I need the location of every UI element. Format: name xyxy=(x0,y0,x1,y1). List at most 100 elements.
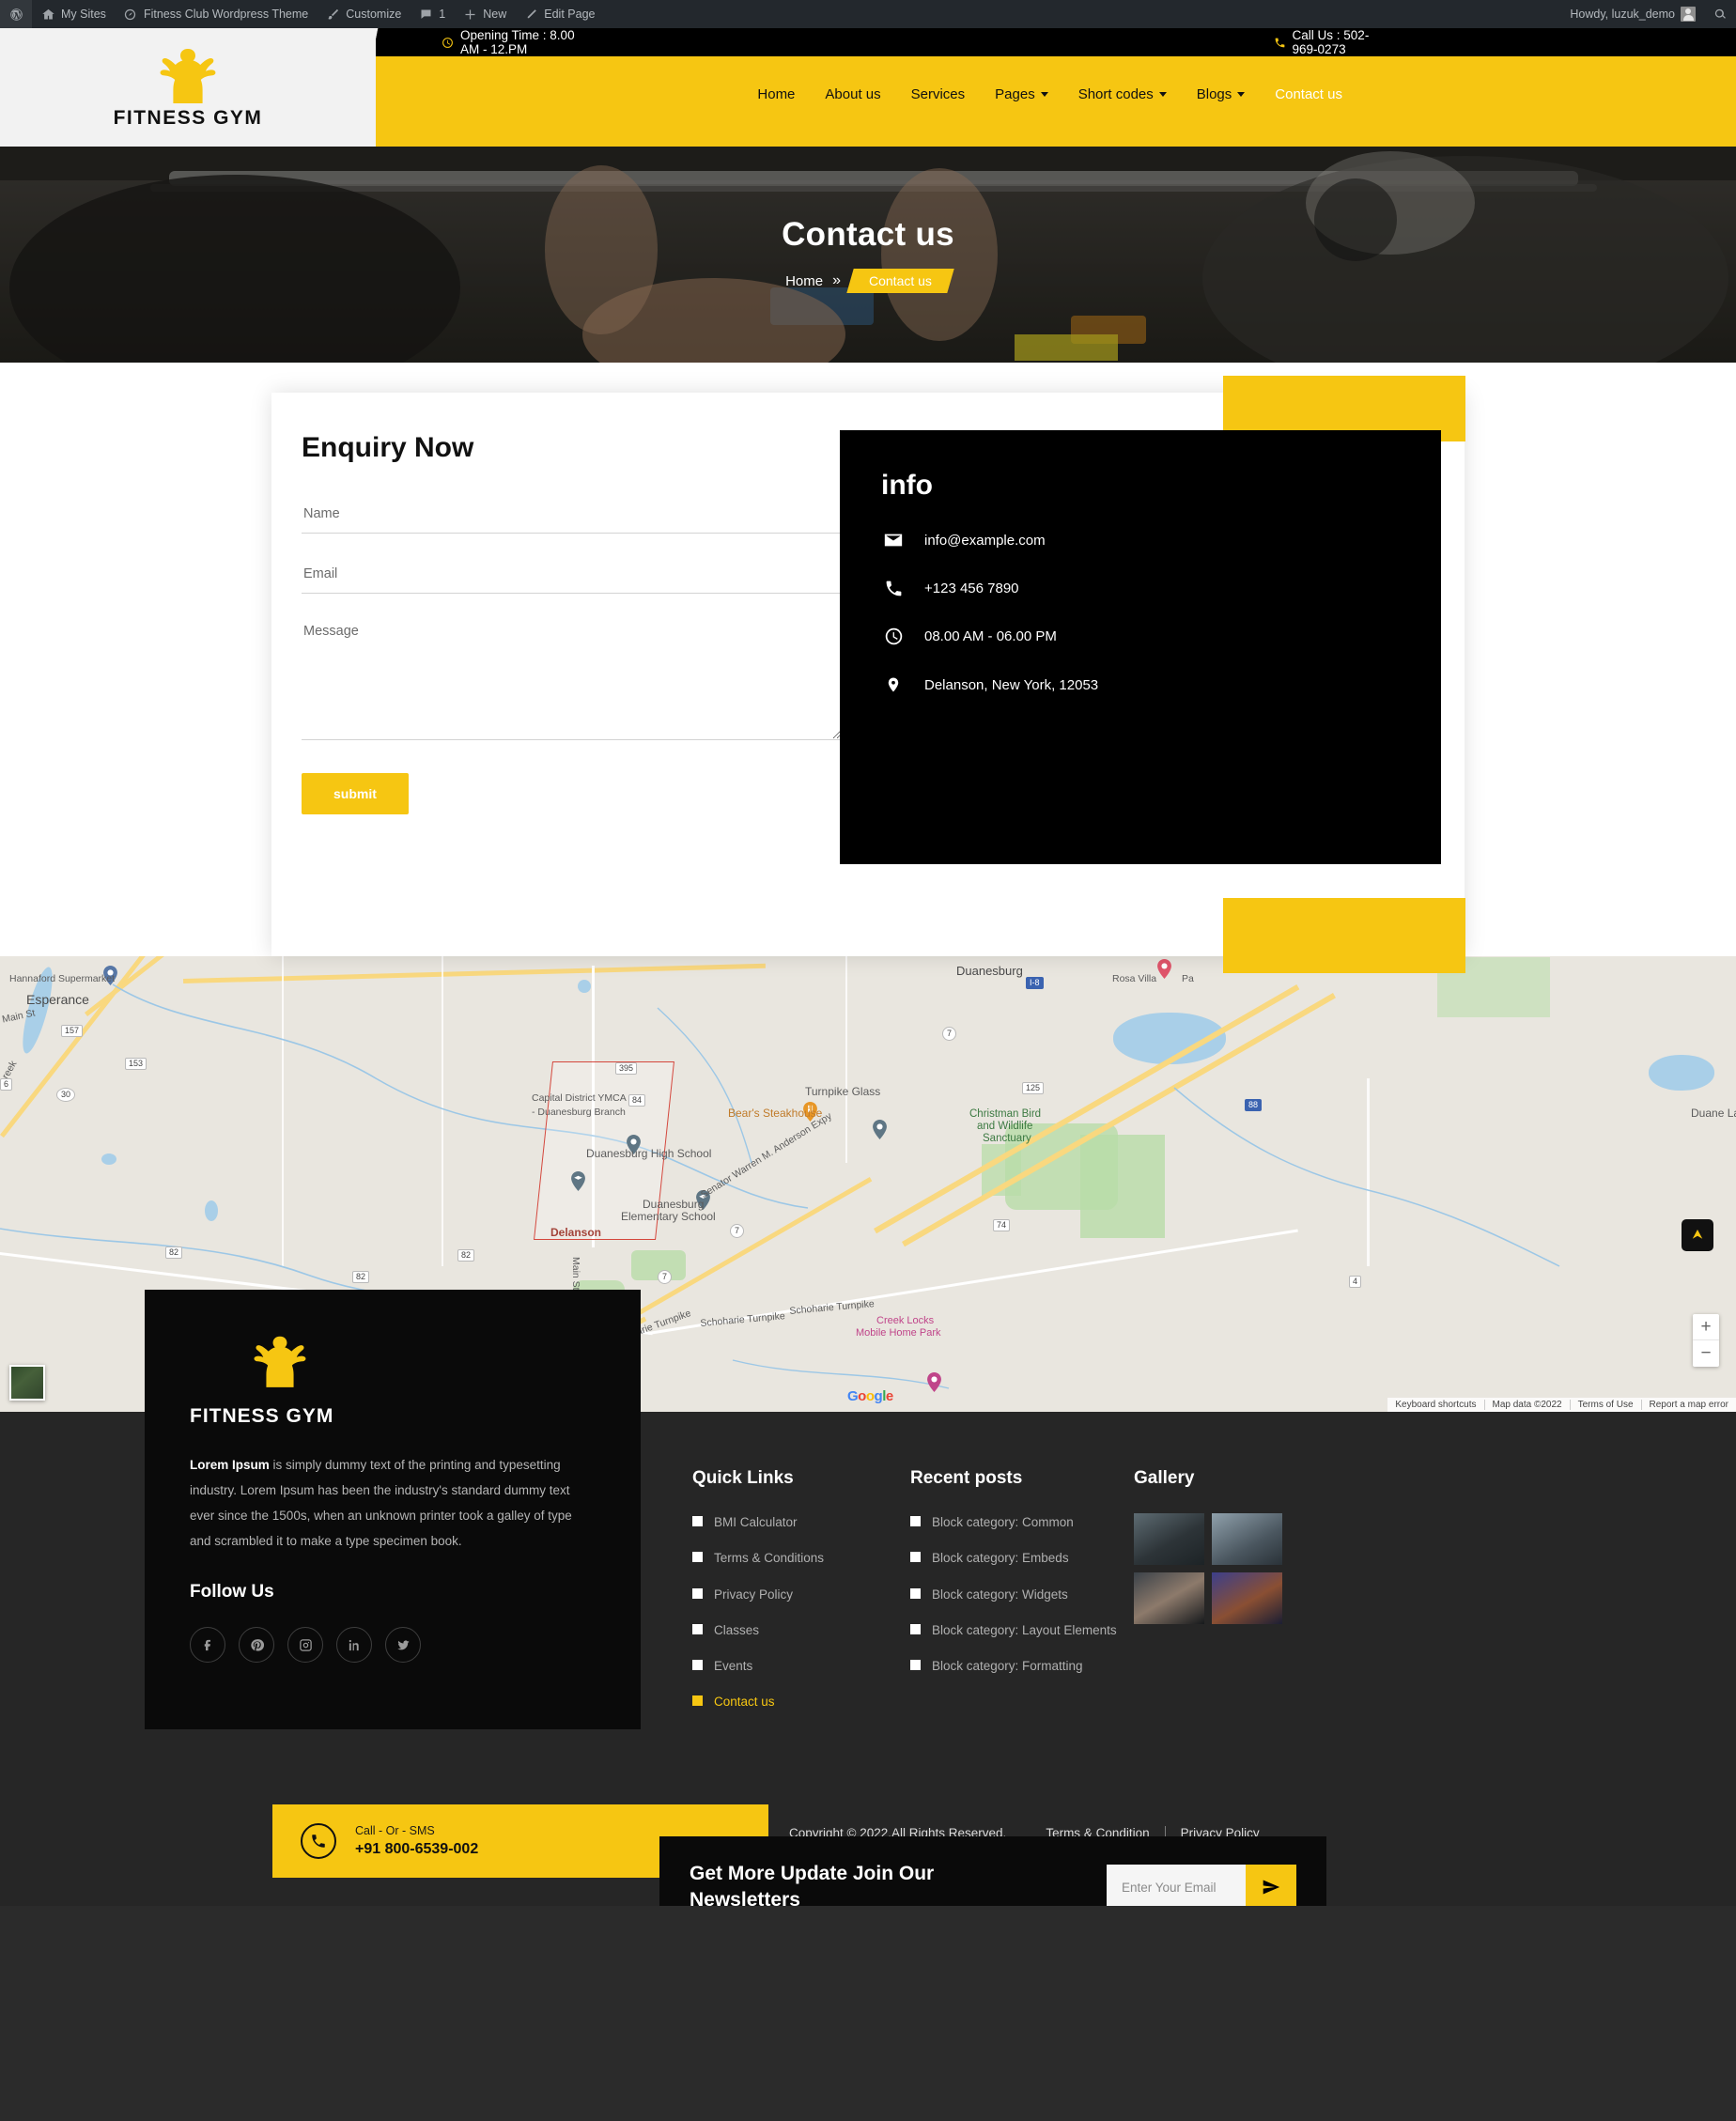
quick-link-classes[interactable]: Classes xyxy=(692,1621,910,1640)
info-hours-value: 08.00 AM - 06.00 PM xyxy=(924,628,1057,644)
admin-bar-edit-page-label: Edit Page xyxy=(544,8,596,21)
nav-item-about-us[interactable]: About us xyxy=(810,81,895,108)
gallery-thumbnail[interactable] xyxy=(1212,1572,1282,1624)
quick-link-terms-conditions[interactable]: Terms & Conditions xyxy=(692,1549,910,1568)
nav-item-blogs[interactable]: Blogs xyxy=(1182,81,1261,108)
recent-post-layout-elements[interactable]: Block category: Layout Elements xyxy=(910,1621,1134,1640)
footer-brand-name: FITNESS GYM xyxy=(190,1405,334,1427)
nav-item-contact-us[interactable]: Contact us xyxy=(1260,81,1357,108)
google-logo: Google xyxy=(847,1388,893,1404)
site-header: FITNESS GYM Opening Time : 8.00 AM - 12.… xyxy=(0,28,1736,147)
envelope-icon xyxy=(881,530,906,550)
wp-admin-bar: My Sites Fitness Club Wordpress Theme Cu… xyxy=(0,0,1736,28)
map-report-error[interactable]: Report a map error xyxy=(1640,1400,1736,1410)
pinterest-link[interactable] xyxy=(239,1627,274,1663)
gallery-grid xyxy=(1134,1513,1359,1624)
breadcrumb-current-label: Contact us xyxy=(868,273,932,288)
email-input[interactable] xyxy=(302,558,841,594)
map-terms-of-use[interactable]: Terms of Use xyxy=(1569,1400,1641,1410)
breadcrumb-separator: » xyxy=(832,272,841,288)
header-topbar: Opening Time : 8.00 AM - 12.PM Call Us :… xyxy=(442,28,1381,56)
nav-item-services[interactable]: Services xyxy=(896,81,981,108)
message-textarea[interactable] xyxy=(302,618,841,740)
pencil-icon xyxy=(523,7,538,22)
map-zoom-in-button[interactable]: + xyxy=(1693,1314,1719,1340)
footer-recent-posts-title: Recent posts xyxy=(910,1468,1023,1488)
admin-bar-account[interactable]: Howdy, luzuk_demo xyxy=(1561,0,1704,28)
footer-gallery-title: Gallery xyxy=(1134,1468,1195,1488)
phone-icon xyxy=(881,579,906,598)
accent-block-bottom xyxy=(1223,898,1465,973)
breadcrumb-home[interactable]: Home xyxy=(785,273,823,289)
breadcrumb: Home » Contact us xyxy=(785,269,954,293)
recent-post-common[interactable]: Block category: Common xyxy=(910,1513,1134,1532)
nav-item-home[interactable]: Home xyxy=(742,81,810,108)
quick-link-label: Contact us xyxy=(714,1695,775,1710)
map-keyboard-shortcuts[interactable]: Keyboard shortcuts xyxy=(1387,1400,1483,1410)
recent-post-widgets[interactable]: Block category: Widgets xyxy=(910,1586,1134,1604)
admin-bar-wordpress-logo[interactable] xyxy=(0,0,32,28)
admin-bar-edit-page[interactable]: Edit Page xyxy=(515,0,603,28)
admin-bar-new-label: New xyxy=(483,8,507,21)
gallery-thumbnail[interactable] xyxy=(1134,1572,1204,1624)
newsletter-submit-button[interactable] xyxy=(1246,1864,1296,1906)
quick-link-privacy-policy[interactable]: Privacy Policy xyxy=(692,1586,910,1604)
footer-quick-links-column: Quick Links BMI Calculator Terms & Condi… xyxy=(692,1440,910,1729)
pinterest-icon xyxy=(250,1638,264,1651)
admin-bar-site-name[interactable]: Fitness Club Wordpress Theme xyxy=(115,0,317,28)
header-content: Opening Time : 8.00 AM - 12.PM Call Us :… xyxy=(0,28,1736,147)
recent-posts-list: Block category: Common Block category: E… xyxy=(910,1513,1134,1676)
wordpress-icon xyxy=(8,7,23,22)
nav-item-pages[interactable]: Pages xyxy=(980,81,1063,108)
footer-brand-description-bold: Lorem Ipsum xyxy=(190,1458,270,1472)
name-input[interactable] xyxy=(302,498,841,534)
chevron-down-icon xyxy=(1040,92,1048,97)
quick-link-bmi-calculator[interactable]: BMI Calculator xyxy=(692,1513,910,1532)
gallery-thumbnail[interactable] xyxy=(1212,1513,1282,1565)
call-us[interactable]: Call Us : 502-969-0273 xyxy=(1274,28,1381,56)
footer-follow-title: Follow Us xyxy=(190,1582,274,1602)
footer-recent-posts-column: Recent posts Block category: Common Bloc… xyxy=(910,1440,1134,1729)
scroll-to-top-button[interactable] xyxy=(1682,1219,1713,1251)
admin-bar-new[interactable]: New xyxy=(454,0,515,28)
submit-button[interactable]: submit xyxy=(302,773,409,814)
gallery-thumbnail[interactable] xyxy=(1134,1513,1204,1565)
footer-social-links xyxy=(190,1627,596,1663)
footer-quick-links-title: Quick Links xyxy=(692,1468,794,1488)
field-name xyxy=(302,498,865,534)
map-zoom-out-button[interactable]: − xyxy=(1693,1340,1719,1367)
admin-bar-my-sites[interactable]: My Sites xyxy=(32,0,115,28)
nav-item-blogs-label: Blogs xyxy=(1196,86,1232,102)
chevron-down-icon xyxy=(1237,92,1246,97)
admin-bar-search[interactable] xyxy=(1704,0,1736,28)
bullet-icon xyxy=(692,1660,703,1670)
facebook-link[interactable] xyxy=(190,1627,225,1663)
phone-circle-icon xyxy=(301,1822,336,1859)
map-zoom-controls[interactable]: + − xyxy=(1693,1314,1719,1367)
admin-bar-comments-count: 1 xyxy=(439,8,446,21)
nav-item-short-codes[interactable]: Short codes xyxy=(1063,81,1182,108)
quick-link-contact-us[interactable]: Contact us xyxy=(692,1693,910,1711)
twitter-link[interactable] xyxy=(385,1627,421,1663)
instagram-link[interactable] xyxy=(287,1627,323,1663)
linkedin-link[interactable] xyxy=(336,1627,372,1663)
admin-bar-customize[interactable]: Customize xyxy=(317,0,410,28)
sites-icon xyxy=(40,7,55,22)
opening-time-text: Opening Time : 8.00 AM - 12.PM xyxy=(460,28,575,56)
bullet-icon xyxy=(910,1660,921,1670)
admin-bar-comments[interactable]: 1 xyxy=(410,0,454,28)
recent-post-formatting[interactable]: Block category: Formatting xyxy=(910,1657,1134,1676)
facebook-icon xyxy=(204,1639,210,1650)
newsletter-email-input[interactable] xyxy=(1107,1864,1246,1906)
call-number: +91 800-6539-002 xyxy=(355,1840,479,1857)
recent-post-embeds[interactable]: Block category: Embeds xyxy=(910,1549,1134,1568)
recent-post-label: Block category: Layout Elements xyxy=(932,1622,1117,1637)
map-satellite-toggle[interactable] xyxy=(9,1365,45,1401)
quick-link-label: Terms & Conditions xyxy=(714,1551,825,1566)
quick-link-label: Privacy Policy xyxy=(714,1587,794,1602)
field-email xyxy=(302,558,865,594)
quick-link-events[interactable]: Events xyxy=(692,1657,910,1676)
map-pin-high-school xyxy=(571,1171,585,1191)
admin-bar-my-sites-label: My Sites xyxy=(61,8,106,21)
chevron-down-icon xyxy=(1158,92,1167,97)
